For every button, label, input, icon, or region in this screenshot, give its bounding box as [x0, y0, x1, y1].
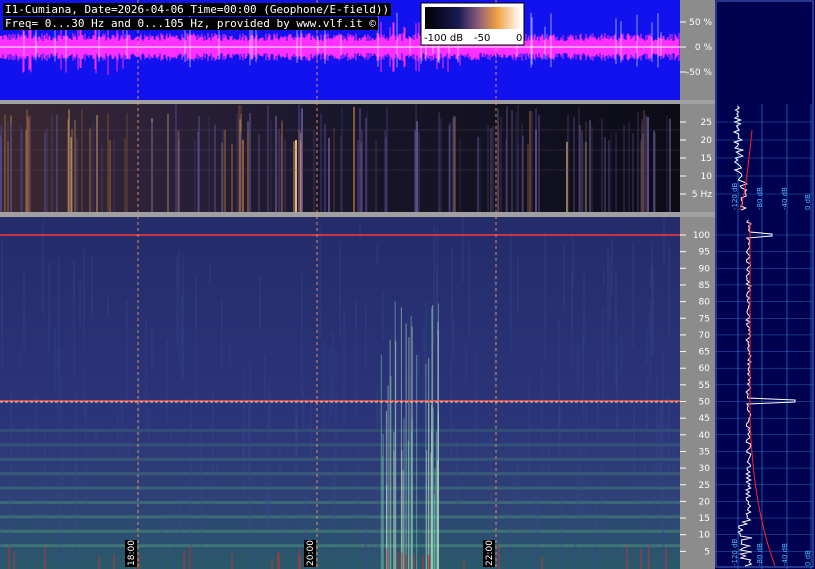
low-axis-label: 10 — [701, 172, 713, 182]
main-axis-label: 55 — [699, 381, 710, 391]
waveform-axis: 50 % 0 % -50 % — [680, 0, 715, 102]
main-axis-label: 95 — [699, 248, 710, 258]
colorbar-label-mid: -50 — [474, 33, 490, 44]
colorbar-label-max: 0 — [516, 33, 522, 44]
low-axis-label: 15 — [701, 154, 712, 164]
main-axis-label: 60 — [699, 364, 711, 374]
main-axis-label: 80 — [699, 298, 711, 308]
waveform-axis-label: 0 % — [695, 43, 713, 53]
spectrum-upper-axis-label: -80 dB — [756, 187, 764, 210]
main-axis-label: 10 — [699, 531, 711, 541]
main-axis-label: 20 — [699, 497, 711, 507]
colorbar-gradient — [425, 7, 521, 29]
time-label-20: 20:00 — [306, 540, 316, 566]
main-spectrogram-band — [0, 529, 680, 533]
average-spectrum-panel: -120 dB -80 dB -40 dB 0 dB -120 dB -80 d… — [715, 0, 815, 569]
spectrum-upper-axis-label: -120 dB — [731, 182, 739, 210]
panel-separator — [0, 212, 715, 217]
vlf-spectrogram-display: 50 % 0 % -50 % 252015105 Hz 100959085807… — [0, 0, 815, 569]
main-axis-label: 30 — [699, 464, 711, 474]
main-frequency-axis: 100 95 90 85 80 75 70 65 60 55 50 45 40 35 30 25 20 15 10 5 — [680, 217, 715, 569]
main-spectrogram — [0, 217, 680, 569]
time-label-18: 18:00 — [127, 540, 137, 566]
time-label-22: 22:00 — [485, 540, 495, 566]
low-frequency-spectrogram — [0, 104, 680, 212]
waveform-axis-label: -50 % — [686, 68, 713, 78]
main-axis-label: 5 — [704, 547, 710, 557]
main-axis-label: 90 — [699, 264, 711, 274]
low-axis-label: 5 Hz — [692, 190, 712, 200]
spectrum-lower-axis-label: -120 dB — [731, 538, 739, 566]
spectrum-lower-axis-label: 0 dB — [804, 550, 812, 566]
main-spectrogram-band — [0, 515, 680, 519]
low-frequency-axis: 25 20 15 10 5 Hz — [680, 104, 715, 212]
main-axis-label: 25 — [699, 481, 710, 491]
waveform-axis-label: 50 % — [689, 18, 712, 28]
main-axis-label: 50 — [699, 398, 711, 408]
main-spectrogram-band — [0, 544, 680, 548]
main-axis-label: 75 — [699, 314, 710, 324]
main-axis-label: 15 — [699, 514, 710, 524]
colorbar: -100 dB -50 0 — [420, 2, 525, 46]
main-axis-label: 40 — [699, 431, 711, 441]
main-axis-label: 100 — [693, 231, 710, 241]
main-axis-label: 35 — [699, 447, 710, 457]
main-axis-label: 45 — [699, 414, 710, 424]
low-axis-label: 25 — [701, 118, 712, 128]
spectrum-panel-background — [715, 0, 815, 569]
panel-separator — [0, 100, 715, 104]
spectrum-upper-axis-label: -40 dB — [781, 187, 789, 210]
main-axis-label: 85 — [699, 281, 710, 291]
low-axis-label: 20 — [701, 136, 713, 146]
main-axis-label: 65 — [699, 348, 710, 358]
header-station-line: I1-Cumiana, Date=2026-04-06 Time=00:00 (… — [3, 3, 392, 16]
colorbar-label-min: -100 dB — [424, 33, 463, 44]
spectrum-lower-axis-label: -80 dB — [756, 543, 764, 566]
spectrum-lower-axis-label: -40 dB — [781, 543, 789, 566]
spectrum-upper-axis-label: 0 dB — [804, 194, 812, 210]
main-axis-label: 70 — [699, 331, 711, 341]
header-frequency-line: Freq= 0...30 Hz and 0...105 Hz, provided… — [3, 17, 378, 30]
